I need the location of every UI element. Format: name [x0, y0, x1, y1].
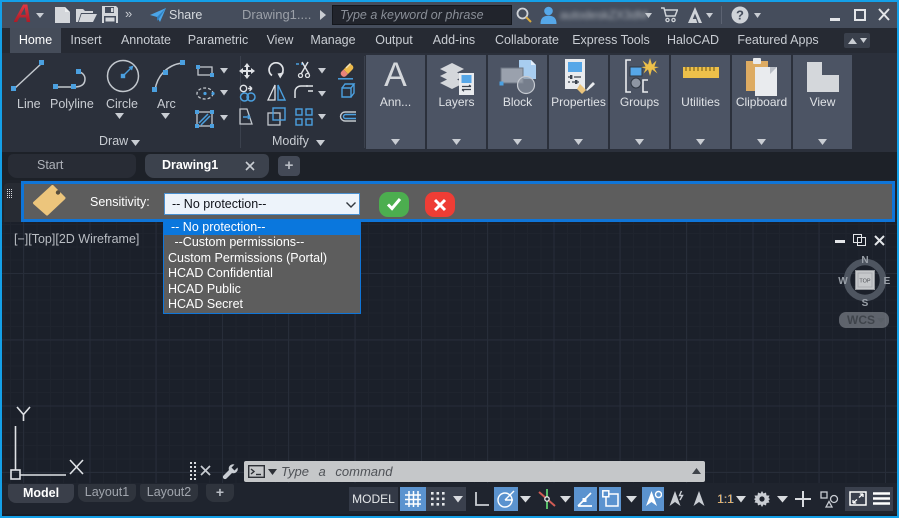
svg-text:N: N — [861, 255, 868, 266]
svg-text:TOP: TOP — [859, 279, 871, 285]
svg-text:S: S — [862, 298, 869, 307]
svg-text:W: W — [838, 276, 848, 287]
svg-text:?: ? — [736, 8, 744, 23]
svg-text:E: E — [884, 276, 891, 287]
